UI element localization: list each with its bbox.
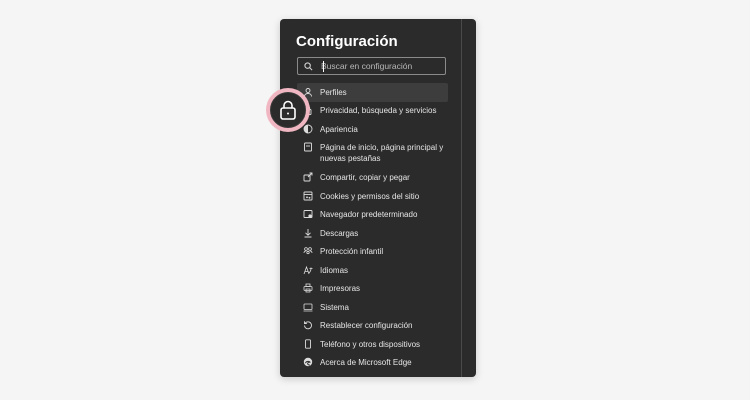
sidebar-item-perfiles[interactable]: Perfiles	[297, 83, 448, 102]
sidebar-item-label: Privacidad, búsqueda y servicios	[320, 106, 437, 115]
lock-icon	[270, 92, 306, 128]
highlight-callout	[266, 88, 314, 132]
sidebar-item-label: Sistema	[320, 302, 349, 312]
cookies-icon	[303, 191, 314, 202]
sidebar-item-telefono[interactable]: Teléfono y otros dispositivos	[297, 335, 448, 354]
sidebar-item-idiomas[interactable]: Idiomas	[297, 261, 448, 280]
default-browser-icon	[303, 209, 314, 220]
sidebar-item-label: Teléfono y otros dispositivos	[320, 339, 421, 349]
sidebar-item-privacidad[interactable]: Privacidad, búsqueda y servicios	[297, 102, 448, 121]
search-input[interactable]	[321, 61, 441, 71]
sidebar-item-label: Acerca de Microsoft Edge	[320, 358, 412, 367]
sidebar-item-descargas[interactable]: Descargas	[297, 224, 448, 243]
sidebar-item-label: Descargas	[320, 228, 359, 238]
phone-icon	[303, 338, 314, 350]
sidebar-item-apariencia[interactable]: Apariencia	[297, 120, 448, 139]
sidebar-item-label: Impresoras	[320, 284, 361, 293]
sidebar-item-label: Restablecer configuración	[320, 321, 413, 330]
sidebar-item-navegador[interactable]: Navegador predeterminado	[297, 206, 448, 225]
text-caret	[323, 61, 324, 72]
edge-icon	[303, 357, 314, 368]
sidebar-item-label: Compartir, copiar y pegar	[320, 173, 410, 182]
settings-panel: Configuración Perfiles Privacidad, búsqu…	[280, 19, 476, 377]
sidebar-item-label: Perfiles	[320, 87, 347, 97]
sidebar-item-label: Apariencia	[320, 124, 358, 134]
reset-icon	[303, 320, 314, 331]
sidebar-item-cookies[interactable]: Cookies y permisos del sitio	[297, 187, 448, 206]
sidebar-item-label: Cookies y permisos del sitio	[320, 191, 420, 201]
sidebar-item-label: Protección infantil	[320, 247, 384, 256]
sidebar-item-label: Navegador predeterminado	[320, 210, 418, 219]
family-icon	[303, 246, 314, 257]
system-icon	[303, 302, 314, 313]
settings-nav: Perfiles Privacidad, búsqueda y servicio…	[297, 83, 448, 372]
home-icon	[303, 142, 314, 153]
sidebar-item-restablecer[interactable]: Restablecer configuración	[297, 317, 448, 336]
sidebar-item-acerca[interactable]: Acerca de Microsoft Edge	[297, 354, 448, 373]
sidebar-item-label: Página de inicio, página principal y nue…	[320, 143, 444, 163]
sidebar-item-impresoras[interactable]: Impresoras	[297, 280, 448, 299]
search-box[interactable]	[297, 57, 446, 75]
sidebar-item-sistema[interactable]: Sistema	[297, 298, 448, 317]
sidebar-item-inicio[interactable]: Página de inicio, página principal y nue…	[297, 139, 448, 169]
page-title: Configuración	[296, 33, 398, 50]
sidebar-item-compartir[interactable]: Compartir, copiar y pegar	[297, 169, 448, 188]
download-icon	[303, 228, 314, 239]
sidebar-item-label: Idiomas	[320, 265, 349, 275]
languages-icon	[303, 265, 314, 276]
printer-icon	[303, 283, 314, 294]
share-icon	[303, 172, 314, 183]
sidebar-item-proteccion[interactable]: Protección infantil	[297, 243, 448, 262]
search-icon	[304, 61, 313, 70]
scrollbar-track[interactable]	[461, 19, 462, 377]
